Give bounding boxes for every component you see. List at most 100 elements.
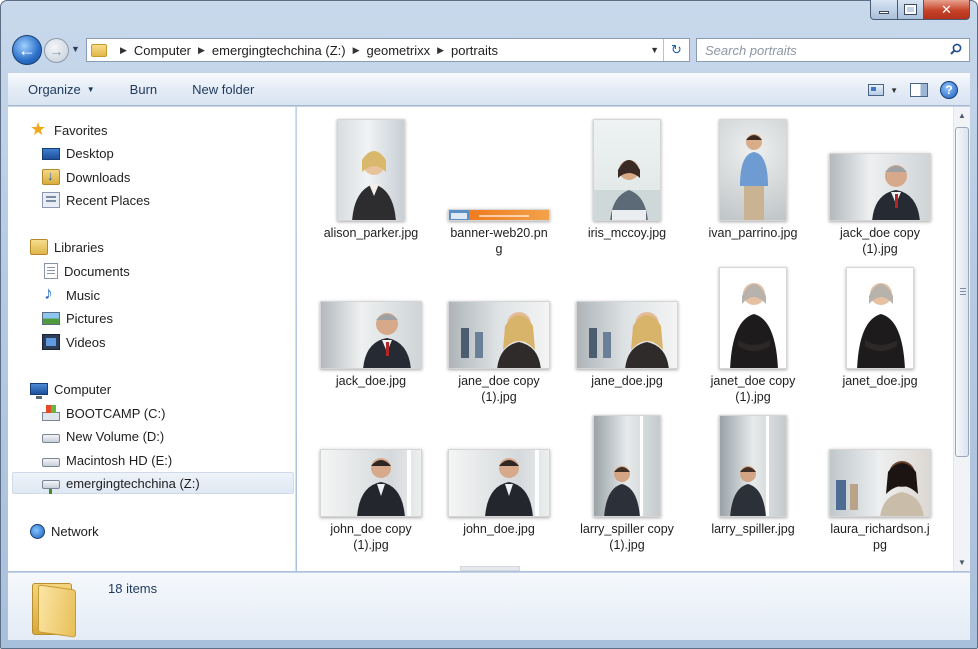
breadcrumb-current-folder[interactable]: portraits <box>451 43 498 58</box>
organize-label: Organize <box>28 81 81 97</box>
minimize-icon <box>879 11 889 14</box>
refresh-icon[interactable]: ↻ <box>663 39 689 61</box>
file-name: jack_doe copy <box>840 226 920 240</box>
nav-item-label: Documents <box>64 263 130 279</box>
address-bar[interactable]: ▶ Computer ▶ emergingtechchina (Z:) ▶ ge… <box>86 38 690 62</box>
maximize-icon <box>904 4 917 15</box>
back-button[interactable]: ← <box>12 35 42 65</box>
file-thumbnail <box>337 119 405 221</box>
portrait-image <box>352 151 396 220</box>
drive-icon <box>42 434 60 443</box>
nav-item-pictures[interactable]: Pictures <box>42 307 113 329</box>
nav-item-music[interactable]: Music <box>42 283 100 306</box>
change-view-icon[interactable] <box>868 84 885 96</box>
breadcrumb-separator-icon[interactable]: ▶ <box>437 45 444 56</box>
nav-item-label: emergingtechchina (Z:) <box>66 475 200 491</box>
file-thumbnail <box>719 267 787 369</box>
command-bar: Organize ▼ Burn New folder ▼ ? <box>8 72 970 106</box>
nav-item-videos[interactable]: Videos <box>42 331 106 353</box>
nav-item-label: Downloads <box>66 169 131 185</box>
nav-network-label: Network <box>51 523 99 539</box>
vertical-scrollbar[interactable]: ▲ ▼ <box>953 107 970 571</box>
burn-button[interactable]: Burn <box>130 82 157 97</box>
minimize-button[interactable] <box>870 0 898 20</box>
portrait-image <box>604 416 643 516</box>
drive-icon <box>42 458 60 467</box>
nav-item-label: New Volume (D:) <box>66 428 165 444</box>
address-dropdown-icon[interactable]: ▼ <box>650 45 659 55</box>
file-thumbnail <box>448 449 550 517</box>
file-name: janet_doe.jpg <box>842 374 918 388</box>
maximize-button[interactable] <box>898 0 924 20</box>
nav-item-emergingtechchina[interactable]: emergingtechchina (Z:) <box>12 472 294 494</box>
network-drive-icon <box>42 479 60 494</box>
search-input[interactable]: Search portraits <box>696 38 970 62</box>
breadcrumb-separator-icon[interactable]: ▶ <box>353 45 360 56</box>
recent-pages-dropdown[interactable]: ▼ <box>71 44 83 56</box>
scroll-up-icon[interactable]: ▲ <box>954 107 970 124</box>
view-options-dropdown[interactable]: ▼ <box>890 86 898 95</box>
breadcrumb-separator-icon[interactable]: ▶ <box>120 45 127 56</box>
windows-drive-icon <box>42 404 60 421</box>
file-thumbnail <box>448 301 550 369</box>
nav-item-new-volume[interactable]: New Volume (D:) <box>42 425 164 447</box>
nav-item-label: Music <box>66 287 100 303</box>
portrait-image <box>740 134 768 220</box>
nav-favorites[interactable]: Favorites <box>30 119 107 141</box>
file-thumbnail <box>593 119 661 221</box>
file-name-cont: (1).jpg <box>735 390 771 404</box>
nav-item-recent-places[interactable]: Recent Places <box>42 189 150 211</box>
close-button[interactable]: ✕ <box>924 0 970 20</box>
star-icon <box>30 119 48 140</box>
chevron-down-icon: ▼ <box>86 84 95 94</box>
file-thumbnail <box>320 301 422 369</box>
partial-thumbnail <box>460 566 520 571</box>
libraries-icon <box>30 239 48 255</box>
organize-button[interactable]: Organize ▼ <box>28 82 95 97</box>
pictures-icon <box>42 312 60 325</box>
nav-item-macintosh-hd[interactable]: Macintosh HD (E:) <box>42 449 172 471</box>
file-thumbnail <box>576 301 678 369</box>
file-thumbnail <box>829 449 931 517</box>
file-name: alison_parker.jpg <box>323 226 419 240</box>
file-name: jane_doe copy <box>458 374 540 388</box>
file-name: john_doe.jpg <box>463 522 535 536</box>
documents-icon <box>44 263 58 279</box>
file-name: larry_spiller.jpg <box>711 522 795 536</box>
file-thumbnail <box>829 153 931 221</box>
nav-item-label: Desktop <box>66 145 114 161</box>
nav-item-bootcamp[interactable]: BOOTCAMP (C:) <box>42 402 165 424</box>
nav-item-desktop[interactable]: Desktop <box>42 142 114 164</box>
portrait-image <box>857 283 905 368</box>
preview-pane-icon[interactable] <box>910 83 928 97</box>
search-icon[interactable] <box>950 43 962 55</box>
caption-buttons: ✕ <box>870 0 970 22</box>
nav-item-label: Macintosh HD (E:) <box>66 452 173 468</box>
nav-item-downloads[interactable]: Downloads <box>42 166 130 188</box>
portrait-image <box>594 160 660 220</box>
file-list: alison_parker.jpg banner-web20.pn g iris… <box>297 107 953 571</box>
portrait-image <box>357 450 411 516</box>
help-icon[interactable]: ? <box>940 81 958 99</box>
breadcrumb-folder[interactable]: geometrixx <box>367 43 431 58</box>
breadcrumb-separator-icon[interactable]: ▶ <box>198 45 205 56</box>
nav-item-documents[interactable]: Documents <box>42 260 130 282</box>
file-thumbnail <box>448 209 550 221</box>
portrait-image <box>730 416 769 516</box>
breadcrumb-computer[interactable]: Computer <box>134 43 191 58</box>
toolbar-right-group: ▼ ? <box>868 81 958 99</box>
scroll-down-icon[interactable]: ▼ <box>954 554 970 571</box>
new-folder-button[interactable]: New folder <box>192 82 254 97</box>
breadcrumb-drive[interactable]: emergingtechchina (Z:) <box>212 43 346 58</box>
nav-network[interactable]: Network <box>30 520 99 542</box>
scrollbar-thumb[interactable] <box>955 127 969 457</box>
forward-button[interactable]: → <box>44 38 69 63</box>
forward-arrow-icon: → <box>49 42 64 59</box>
navigation-pane: Favorites Desktop Downloads Recent Place… <box>8 107 296 571</box>
close-icon: ✕ <box>941 1 952 17</box>
nav-computer[interactable]: Computer <box>30 378 111 400</box>
computer-icon <box>30 383 48 399</box>
back-arrow-icon: ← <box>18 39 36 60</box>
portrait-image <box>589 312 669 368</box>
nav-libraries[interactable]: Libraries <box>30 236 104 258</box>
